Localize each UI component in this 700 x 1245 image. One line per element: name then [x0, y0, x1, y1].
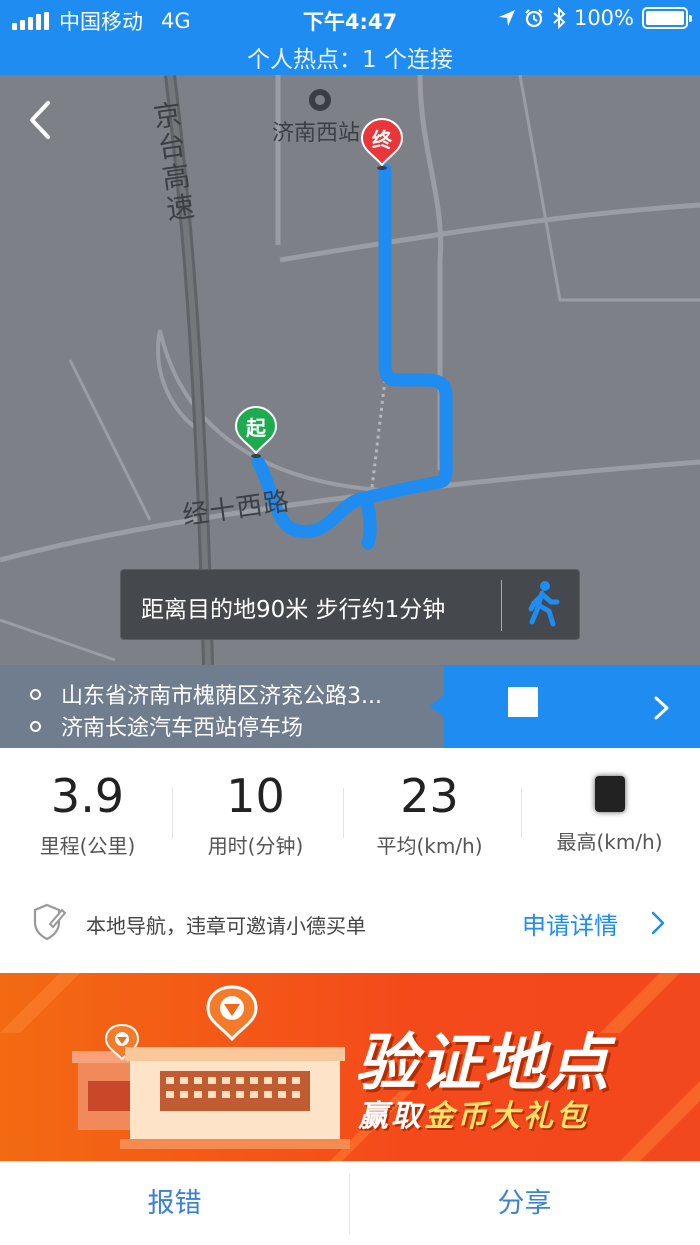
- shield-pen-icon: [33, 903, 66, 941]
- stat-duration-label: 用时(分钟): [207, 834, 304, 858]
- stat-max-speed: 最高(km/h): [522, 768, 697, 855]
- max-speed-redacted: [594, 776, 625, 812]
- end-pin: 终: [360, 117, 404, 171]
- origin-dot-icon: [30, 688, 41, 700]
- station-label: 济南西站: [272, 121, 361, 146]
- battery-percent: 100%: [573, 6, 634, 30]
- end-pin-label: 终: [372, 128, 392, 152]
- start-pin: 起: [234, 405, 278, 459]
- violation-text: 本地导航，违章可邀请小德买单: [86, 914, 366, 938]
- destination-dot-icon: [30, 720, 41, 732]
- address-to-text: 济南长途汽车西站停车场: [61, 716, 304, 741]
- report-error-button[interactable]: 报错: [0, 1162, 349, 1245]
- chevron-right-icon[interactable]: [650, 910, 666, 936]
- location-arrow-icon: [498, 10, 515, 26]
- stat-distance: 3.9 里程(公里): [0, 768, 175, 859]
- banner-title: 验证地点: [355, 1026, 612, 1099]
- status-bar: 中国移动 4G 下午4:47 100% 个人热点：1 个连接: [0, 0, 700, 75]
- walk-info-text: 距离目的地90米 步行约1分钟: [141, 597, 446, 623]
- bottom-action-bar: 报错 分享: [0, 1161, 700, 1245]
- bluetooth-icon: [553, 7, 566, 29]
- walking-person-icon[interactable]: [523, 578, 563, 632]
- address-to: 济南长途汽车西站停车场: [30, 710, 303, 742]
- stat-max-label: 最高(km/h): [556, 830, 663, 854]
- share-button[interactable]: 分享: [350, 1162, 699, 1245]
- stop-square-icon[interactable]: [508, 687, 538, 717]
- banner-subtitle-prefix: 赢取: [358, 1099, 424, 1134]
- hotspot-banner[interactable]: 个人热点：1 个连接: [0, 40, 700, 74]
- stat-distance-value: 3.9: [50, 769, 125, 823]
- address-from-text: 山东省济南市槐荫区济兖公路3...: [61, 684, 382, 709]
- stat-duration-value: 10: [226, 769, 285, 823]
- walk-info-box: 距离目的地90米 步行约1分钟: [120, 569, 580, 640]
- stat-average-label: 平均(km/h): [376, 834, 483, 858]
- apply-details-link[interactable]: 申请详情: [522, 906, 618, 941]
- address-from: 山东省济南市槐荫区济兖公路3...: [30, 678, 382, 710]
- trip-stats: 3.9 里程(公里) 10 用时(分钟) 23 平均(km/h) 最高(km/h…: [0, 748, 700, 878]
- start-pin-label: 起: [246, 416, 266, 440]
- stat-average-speed: 23 平均(km/h): [342, 768, 517, 859]
- stat-distance-label: 里程(公里): [39, 834, 136, 858]
- banner-subtitle: 赢取金币大礼包: [358, 1091, 589, 1135]
- back-button[interactable]: [22, 95, 62, 145]
- info-divider: [501, 580, 502, 631]
- stat-duration: 10 用时(分钟): [168, 768, 343, 859]
- chevron-right-icon[interactable]: [652, 695, 672, 721]
- battery-icon: [642, 7, 692, 29]
- stat-average-value: 23: [400, 769, 459, 823]
- alarm-icon: [525, 9, 543, 28]
- banner-subtitle-gold: 金币大礼包: [424, 1099, 589, 1134]
